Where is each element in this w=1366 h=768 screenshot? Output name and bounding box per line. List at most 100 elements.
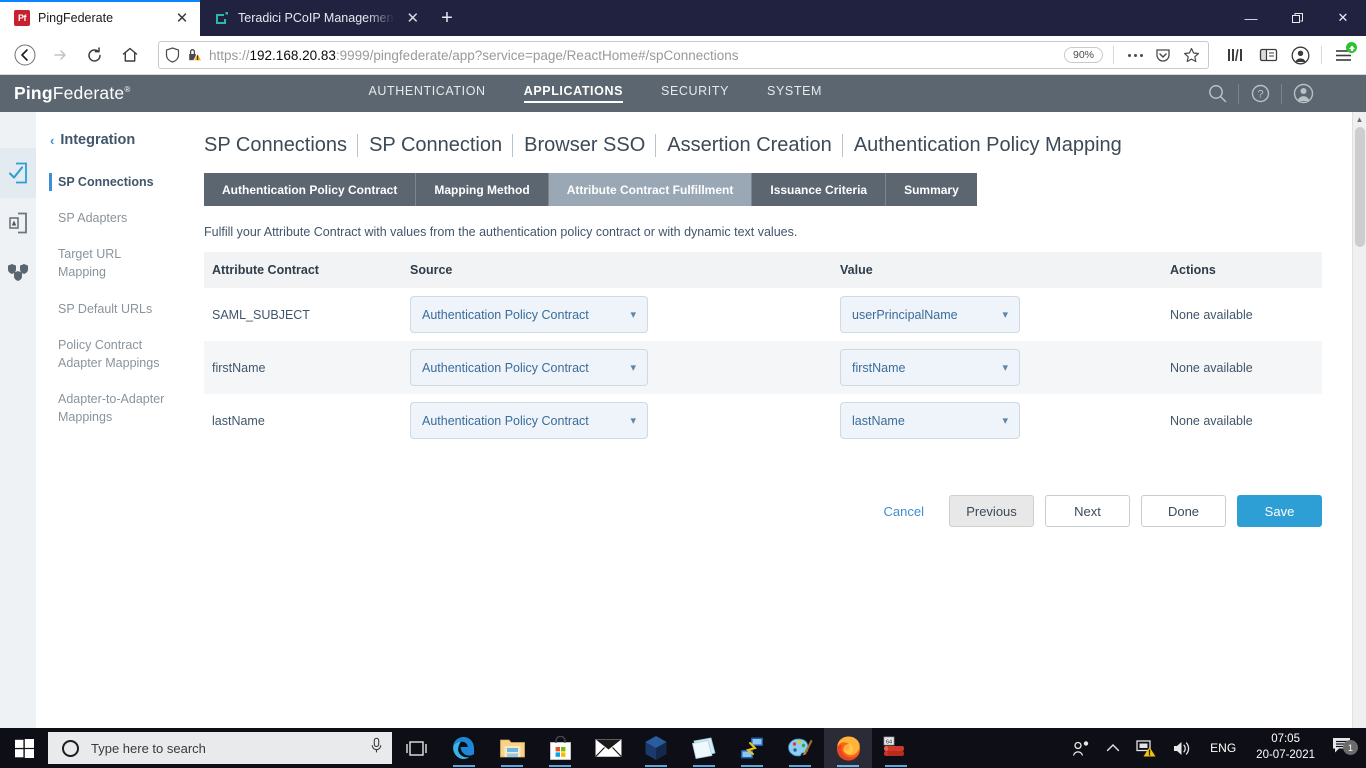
- sidebar-item-policy-contract-adapter-mappings[interactable]: Policy Contract Adapter Mappings: [36, 327, 178, 381]
- taskbar-app-mail[interactable]: [584, 728, 632, 768]
- clock[interactable]: 07:05 20-07-2021: [1246, 732, 1325, 763]
- forward-button[interactable]: [43, 40, 76, 70]
- tab-summary[interactable]: Summary: [886, 173, 977, 206]
- sidebar-section-integration[interactable]: ‹ Integration: [36, 126, 178, 164]
- taskbar-app-microsoft-edge[interactable]: [440, 728, 488, 768]
- next-button[interactable]: Next: [1045, 495, 1130, 527]
- new-tab-button[interactable]: +: [430, 0, 464, 36]
- page-scrollbar[interactable]: ▲: [1352, 112, 1366, 728]
- search-input[interactable]: Type here to search: [48, 732, 392, 764]
- search-icon[interactable]: [1196, 75, 1238, 112]
- page-actions-ellipsis-icon[interactable]: [1124, 53, 1146, 58]
- user-avatar-icon[interactable]: [1282, 75, 1324, 112]
- taskbar-app-microsoft-store[interactable]: [536, 728, 584, 768]
- value-dropdown[interactable]: lastName ▾: [840, 402, 1020, 439]
- nav-system[interactable]: SYSTEM: [767, 84, 822, 103]
- url-text: https://192.168.20.83:9999/pingfederate/…: [209, 47, 739, 63]
- value-cell: lastName ▾: [832, 394, 1162, 447]
- tab-attribute-contract-fulfillment[interactable]: Attribute Contract Fulfillment: [548, 173, 753, 206]
- tab-issuance-criteria[interactable]: Issuance Criteria: [752, 173, 887, 206]
- breadcrumb-sp-connections[interactable]: SP Connections: [204, 134, 357, 157]
- close-tab-icon[interactable]: ✕: [174, 11, 190, 26]
- volume-icon[interactable]: [1164, 728, 1200, 768]
- value-dropdown-value: firstName: [852, 360, 906, 375]
- source-dropdown-value: Authentication Policy Contract: [422, 360, 589, 375]
- rail-item-policies[interactable]: [0, 248, 36, 298]
- minimize-window-button[interactable]: —: [1228, 0, 1274, 36]
- sidebar-toggle-button[interactable]: [1253, 40, 1283, 70]
- sidebar-item-label: SP Adapters: [58, 211, 128, 226]
- breadcrumb-sp-connection[interactable]: SP Connection: [357, 134, 512, 157]
- insecure-lock-warning-icon[interactable]: [186, 47, 203, 63]
- notification-center-button[interactable]: 1: [1325, 736, 1364, 760]
- rail-item-adapters[interactable]: [0, 198, 36, 248]
- table-row: lastName Authentication Policy Contract …: [204, 394, 1322, 447]
- zoom-level-badge[interactable]: 90%: [1063, 47, 1103, 63]
- save-button[interactable]: Save: [1237, 495, 1322, 527]
- source-dropdown[interactable]: Authentication Policy Contract ▾: [410, 402, 648, 439]
- sidebar-item-sp-connections[interactable]: SP Connections: [36, 164, 178, 200]
- browser-tab-teradici[interactable]: Teradici PCoIP Management Co ✕: [200, 0, 430, 36]
- taskbar-app-paint[interactable]: [776, 728, 824, 768]
- back-button[interactable]: [8, 40, 41, 70]
- done-button[interactable]: Done: [1141, 495, 1226, 527]
- sidebar-item-sp-adapters[interactable]: SP Adapters: [36, 200, 178, 236]
- breadcrumb-assertion-creation[interactable]: Assertion Creation: [655, 134, 842, 157]
- show-hidden-icons-chevron-up-icon[interactable]: [1098, 728, 1128, 768]
- address-bar[interactable]: https://192.168.20.83:9999/pingfederate/…: [158, 41, 1209, 69]
- library-button[interactable]: [1221, 40, 1251, 70]
- value-dropdown[interactable]: userPrincipalName ▾: [840, 296, 1020, 333]
- network-warning-icon[interactable]: [1128, 728, 1164, 768]
- reload-button[interactable]: [78, 40, 111, 70]
- taskbar-app-firefox[interactable]: [824, 728, 872, 768]
- value-dropdown[interactable]: firstName ▾: [840, 349, 1020, 386]
- scrollbar-thumb[interactable]: [1355, 127, 1365, 247]
- sidebar-item-sp-default-urls[interactable]: SP Default URLs: [36, 291, 178, 327]
- nav-security[interactable]: SECURITY: [661, 84, 729, 103]
- taskbar-app-network-tool[interactable]: [728, 728, 776, 768]
- pocket-save-icon[interactable]: [1152, 47, 1174, 63]
- home-button[interactable]: [113, 40, 146, 70]
- help-icon[interactable]: ?: [1239, 75, 1281, 112]
- app-menu-button[interactable]: [1328, 40, 1358, 70]
- breadcrumb: SP Connections SP Connection Browser SSO…: [204, 134, 1342, 157]
- clock-date: 20-07-2021: [1256, 749, 1315, 761]
- account-button[interactable]: [1285, 40, 1315, 70]
- language-indicator[interactable]: ENG: [1200, 741, 1246, 755]
- browser-tab-pingfederate[interactable]: Pf PingFederate ✕: [0, 0, 200, 36]
- sidebar-section-label: Integration: [60, 132, 136, 148]
- maximize-window-button[interactable]: [1274, 0, 1320, 36]
- source-dropdown[interactable]: Authentication Policy Contract ▾: [410, 296, 648, 333]
- bookmark-star-icon[interactable]: [1180, 47, 1202, 63]
- sidebar-item-label: Target URL Mapping: [58, 247, 121, 280]
- taskbar-app-file-explorer[interactable]: [488, 728, 536, 768]
- source-dropdown[interactable]: Authentication Policy Contract ▾: [410, 349, 648, 386]
- tracking-protection-shield-icon[interactable]: [165, 47, 180, 63]
- brand-ping: Ping: [14, 83, 53, 103]
- microphone-icon[interactable]: [369, 737, 384, 759]
- value-cell: userPrincipalName ▾: [832, 288, 1162, 341]
- close-window-button[interactable]: ✕: [1320, 0, 1366, 36]
- taskbar-app-virtualbox[interactable]: [632, 728, 680, 768]
- taskbar-app-winrar[interactable]: 64: [872, 728, 920, 768]
- taskbar-app-sticky-notes[interactable]: [680, 728, 728, 768]
- sidebar-item-target-url-mapping[interactable]: Target URL Mapping: [36, 236, 178, 290]
- tab-mapping-method[interactable]: Mapping Method: [416, 173, 549, 206]
- people-icon[interactable]: [1064, 728, 1098, 768]
- breadcrumb-browser-sso[interactable]: Browser SSO: [512, 134, 655, 157]
- task-view-button[interactable]: [392, 728, 440, 768]
- start-button[interactable]: [0, 728, 48, 768]
- tab-authentication-policy-contract[interactable]: Authentication Policy Contract: [204, 173, 417, 206]
- sidebar-item-adapter-to-adapter-mappings[interactable]: Adapter-to-Adapter Mappings: [36, 381, 178, 435]
- microsoft-store-icon: [549, 735, 571, 760]
- breadcrumb-authentication-policy-mapping: Authentication Policy Mapping: [841, 134, 1132, 157]
- nav-authentication[interactable]: AUTHENTICATION: [368, 84, 485, 103]
- scroll-up-arrow-icon[interactable]: ▲: [1353, 112, 1366, 127]
- close-tab-icon[interactable]: ✕: [406, 11, 420, 26]
- chevron-down-icon: ▾: [1002, 362, 1008, 374]
- previous-button[interactable]: Previous: [949, 495, 1034, 527]
- attribute-name: SAML_SUBJECT: [212, 307, 310, 322]
- cancel-button[interactable]: Cancel: [870, 496, 938, 527]
- nav-applications[interactable]: APPLICATIONS: [523, 84, 624, 103]
- rail-item-connections[interactable]: [0, 148, 36, 198]
